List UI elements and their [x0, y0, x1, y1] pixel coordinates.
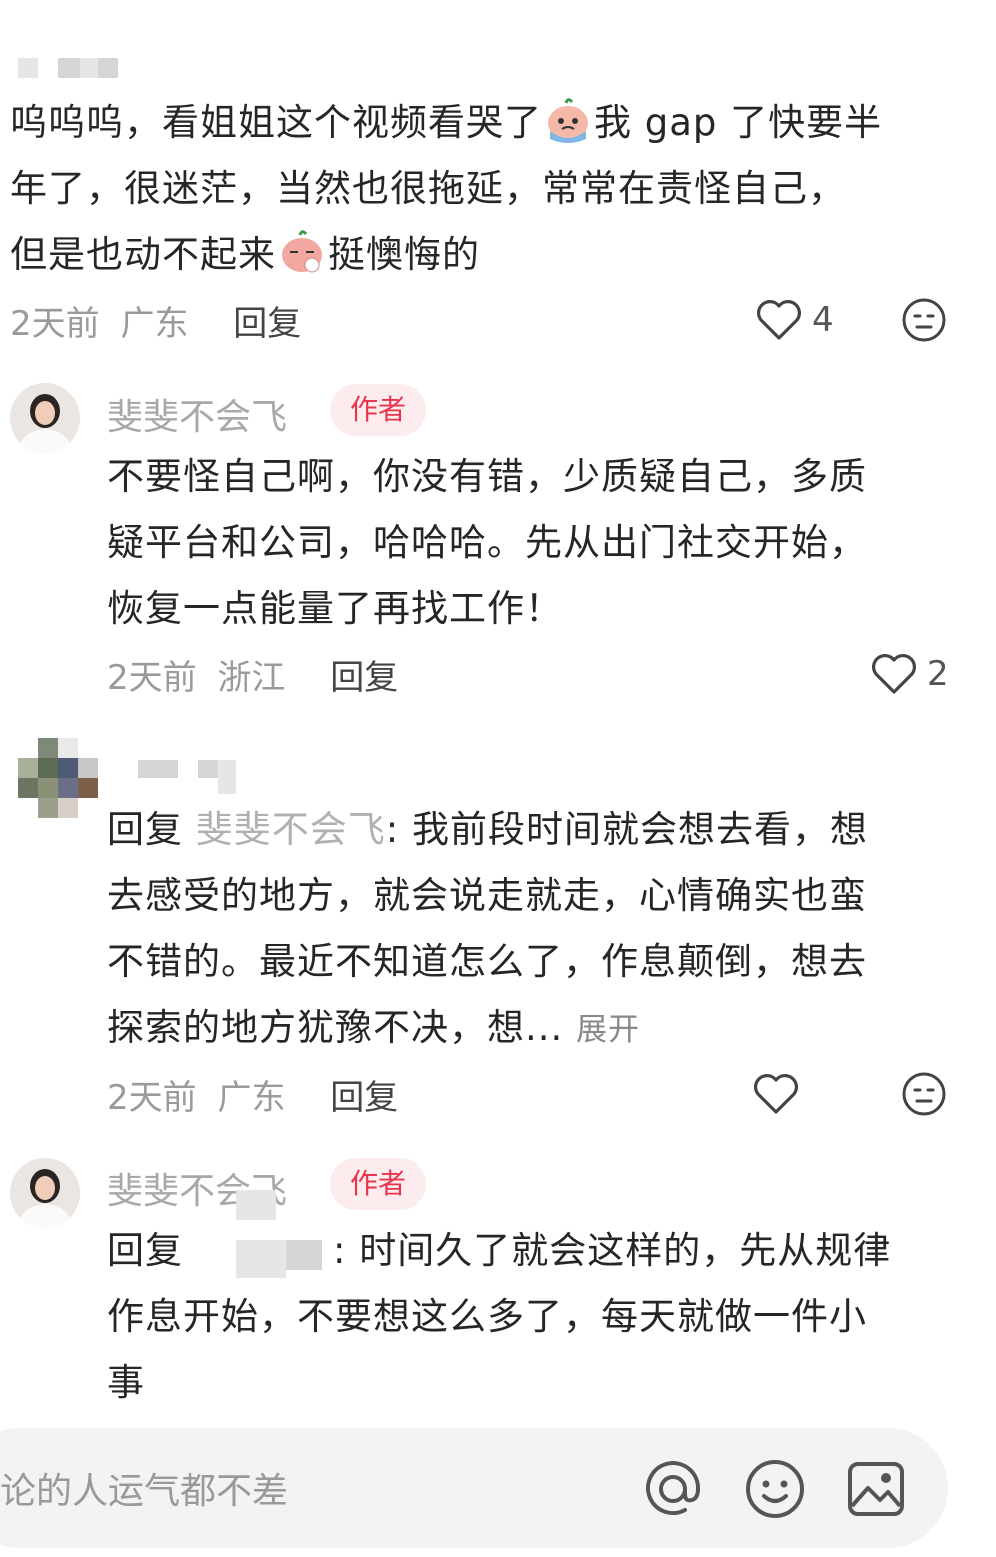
username-redacted — [58, 58, 80, 78]
comment-text: 事 — [107, 1361, 145, 1404]
reply-button[interactable]: 回复 — [330, 658, 398, 698]
comment-text: 不错的。最近不知道怎么了，作息颠倒，想去 — [107, 940, 867, 983]
dislike-face-icon[interactable] — [900, 296, 948, 344]
comment-text: 年了，很迷茫，当然也很拖延，常常在责怪自己， — [10, 167, 846, 210]
comment-text: 回复 斐斐不会飞: 我前段时间就会想去看，想 — [107, 808, 868, 851]
author-badge: 作者 — [330, 384, 427, 436]
image-icon[interactable] — [846, 1460, 906, 1518]
at-mention-icon[interactable] — [642, 1458, 704, 1520]
comment-input[interactable]: 论的人运气都不差 — [0, 1462, 288, 1514]
comment-text: 探索的地方犹豫不决，想... 展开 — [107, 1006, 641, 1049]
emoji-icon[interactable] — [744, 1458, 806, 1520]
reply-prefix: 回复 — [107, 808, 183, 851]
comment-meta: 2天前 广东 回复 — [107, 1070, 398, 1119]
comment-meta: 2天前 浙江 回复 — [107, 650, 398, 699]
author-badge: 作者 — [330, 1158, 427, 1210]
avatar[interactable] — [10, 383, 80, 453]
comment-text: 作息开始，不要想这么多了，每天就做一件小 — [107, 1295, 867, 1338]
username-redacted — [286, 1240, 322, 1270]
like-count: 2 — [927, 654, 949, 694]
reply-to-username[interactable]: 斐斐不会飞 — [196, 808, 386, 851]
heart-icon[interactable] — [752, 1072, 800, 1116]
comment-text: 恢复一点能量了再找工作！ — [107, 587, 563, 630]
username-redacted — [218, 760, 236, 794]
regret-emoji-icon — [276, 225, 328, 277]
comment-text: 回复: 时间久了就会这样的，先从规律 — [107, 1229, 892, 1272]
heart-icon[interactable] — [755, 298, 803, 342]
comment-text: 但是也动不起来 挺懊悔的 — [10, 222, 480, 288]
reply-button[interactable]: 回复 — [233, 304, 301, 344]
avatar-redacted[interactable] — [18, 738, 98, 818]
comment-text: 呜呜呜，看姐姐这个视频看哭了我 gap 了快要半 — [10, 90, 882, 156]
like-count: 4 — [812, 300, 834, 340]
comment-time: 2天前 — [107, 658, 197, 698]
heart-icon[interactable] — [870, 652, 918, 696]
username-redacted — [98, 58, 118, 78]
reply-button[interactable]: 回复 — [330, 1078, 398, 1118]
dislike-face-icon[interactable] — [900, 1070, 948, 1118]
comment-location: 广东 — [120, 304, 189, 344]
reply-prefix: 回复 — [107, 1229, 183, 1272]
username[interactable]: 斐斐不会飞 — [107, 388, 287, 440]
expand-link[interactable]: 展开 — [576, 1012, 640, 1048]
comment-location: 广东 — [217, 1078, 286, 1118]
username-redacted — [198, 760, 218, 778]
comment-meta: 2天前 广东 回复 — [10, 296, 301, 345]
username-redacted — [18, 58, 38, 78]
comment-time: 2天前 — [10, 304, 100, 344]
username-redacted — [236, 1240, 286, 1278]
comment-time: 2天前 — [107, 1078, 197, 1118]
crying-emoji-icon — [542, 93, 594, 145]
username-redacted — [80, 58, 98, 78]
comment-text: 不要怪自己啊，你没有错，少质疑自己，多质 — [107, 455, 867, 498]
comment-text: 去感受的地方，就会说走就走，心情确实也蛮 — [107, 874, 867, 917]
comment-text: 疑平台和公司，哈哈哈。先从出门社交开始， — [107, 521, 867, 564]
username-redacted — [138, 760, 178, 778]
redacted-overlay — [236, 1190, 276, 1220]
comment-location: 浙江 — [217, 658, 286, 698]
avatar[interactable] — [10, 1158, 80, 1228]
